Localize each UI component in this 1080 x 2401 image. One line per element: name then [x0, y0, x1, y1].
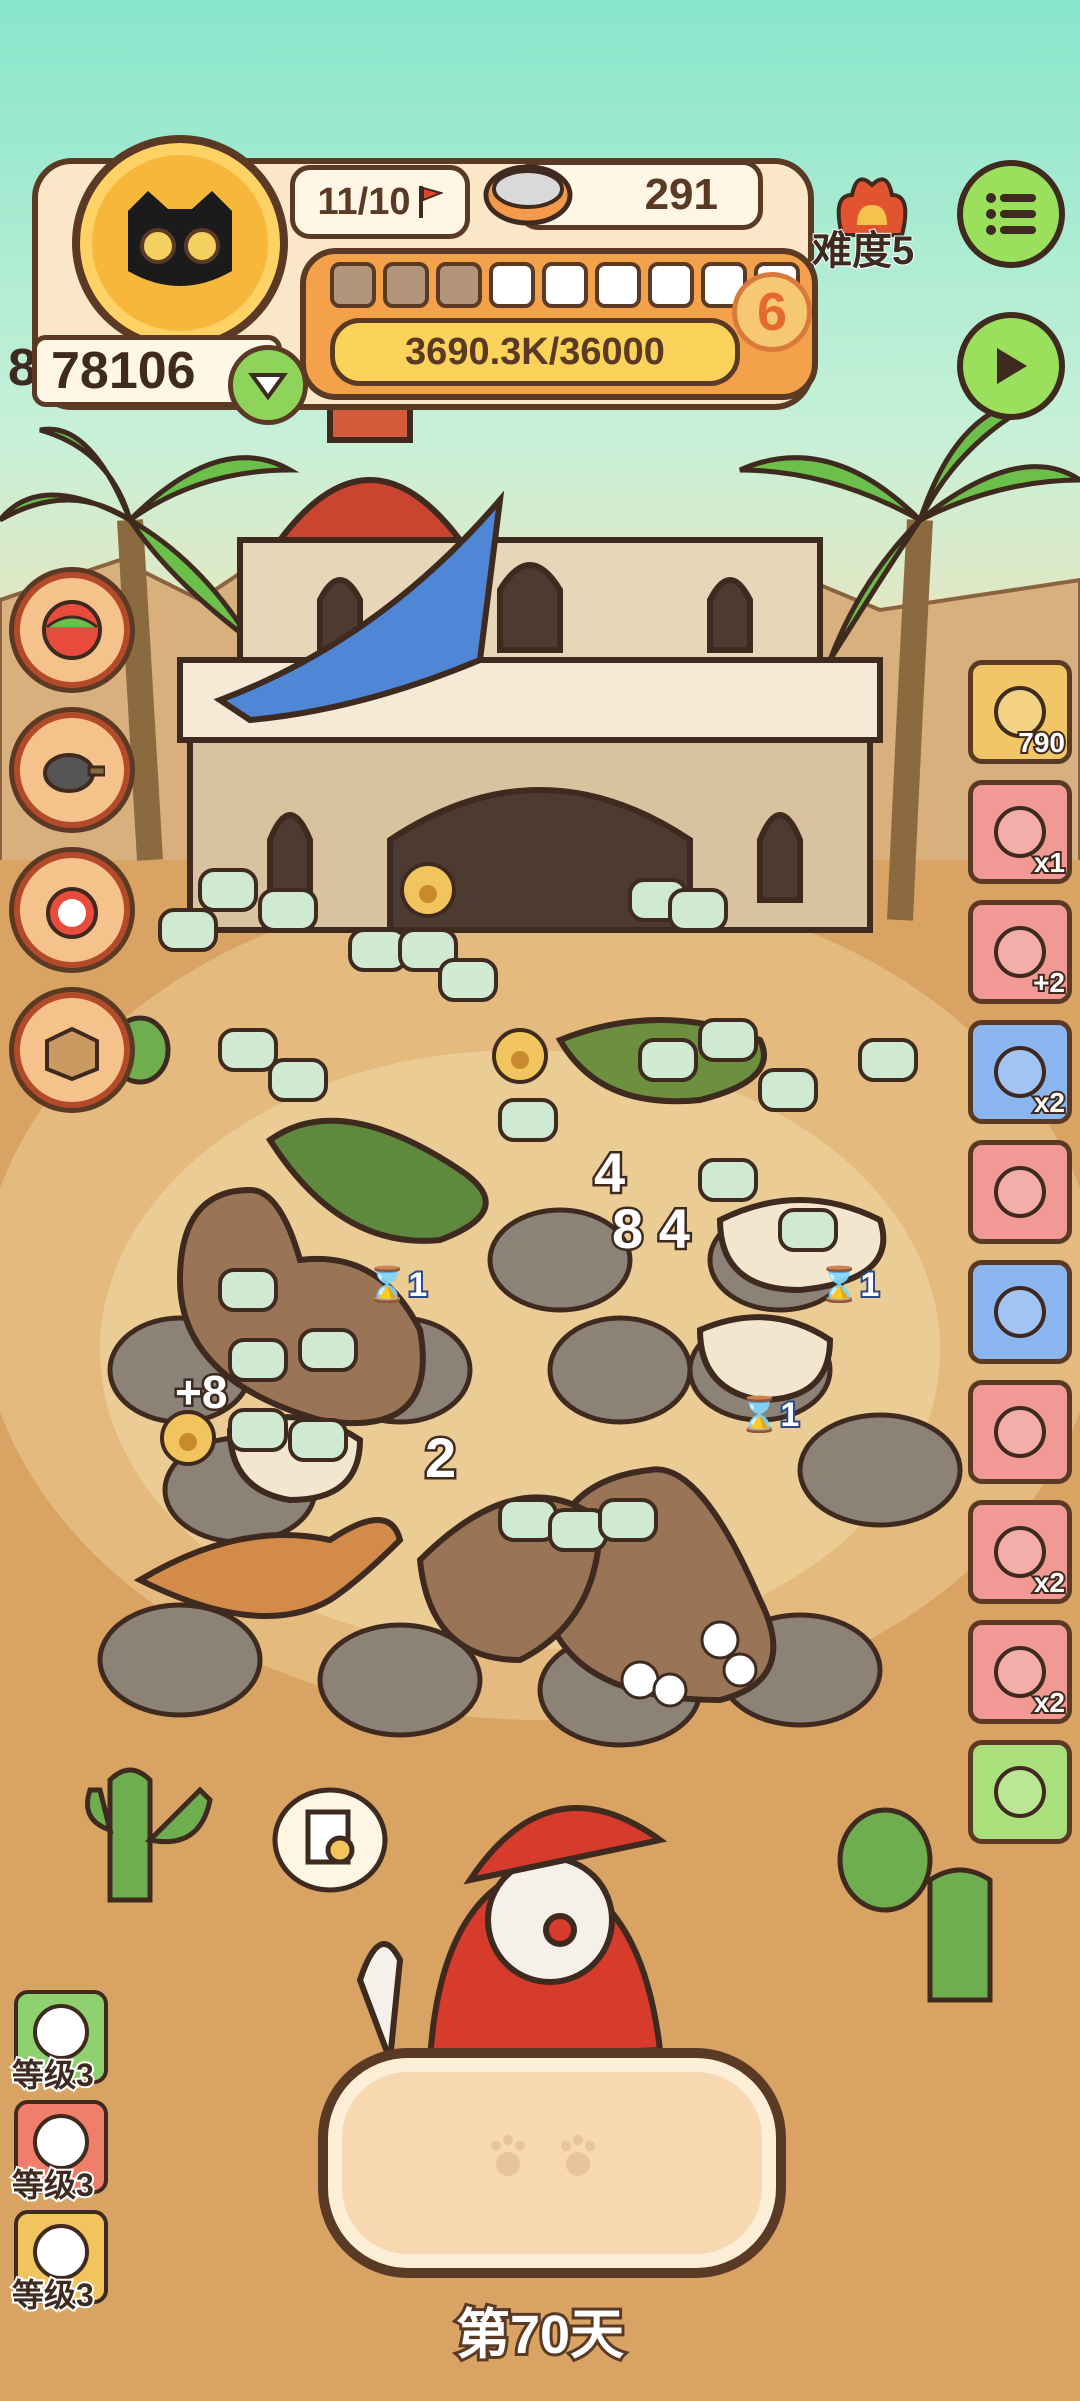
ball-icon — [42, 600, 102, 660]
xp-segment — [436, 262, 482, 308]
cat-food-can-icon — [483, 164, 573, 226]
hourglass-timer: ⌛1 — [736, 1394, 801, 1436]
stage-progress-pill: 11/10 — [290, 165, 470, 239]
coins-value: 78106 — [51, 342, 196, 400]
paw-coin-icon[interactable] — [398, 860, 458, 920]
main-action-button[interactable] — [318, 2048, 786, 2278]
paw-prints-icon — [491, 2135, 595, 2176]
list-menu-icon — [986, 193, 1036, 235]
player-avatar[interactable] — [72, 135, 288, 351]
hourglass-timer: ⌛1 — [364, 1264, 429, 1306]
crystal-item[interactable]: x2 — [968, 1500, 1072, 1604]
feather-icon — [994, 1286, 1046, 1338]
item-count: x1 — [1032, 845, 1067, 880]
difficulty-label[interactable]: 难度5 — [811, 218, 915, 276]
day-counter: 第70天 — [453, 2302, 627, 2368]
upgrade-level-label: 等级3 — [10, 2055, 96, 2095]
pan-icon — [43, 753, 105, 793]
credit-card-icon — [994, 1766, 1046, 1818]
timer-value: 1 — [406, 1264, 429, 1306]
xp-segment — [542, 262, 588, 308]
damage-number: 2 — [422, 1424, 458, 1492]
xp-segment — [330, 262, 376, 308]
fish-bait-item[interactable]: x1 — [968, 780, 1072, 884]
box-icon — [45, 1026, 99, 1082]
paw-coin-bag-item[interactable]: +2 — [968, 900, 1072, 1004]
cardboard-box-button[interactable] — [14, 992, 130, 1108]
heart-down-icon — [248, 373, 288, 401]
item-count: 790 — [1016, 725, 1067, 760]
paw-coin-icon[interactable] — [490, 1026, 550, 1086]
feather-item[interactable] — [968, 1260, 1072, 1364]
hourglass-timer: ⌛1 — [816, 1264, 881, 1306]
bell-icon — [994, 1406, 1046, 1458]
timer-value: 1 — [858, 1264, 881, 1306]
fish-skeleton-item[interactable] — [968, 1140, 1072, 1244]
paw-coin-icon[interactable] — [158, 1408, 218, 1468]
red-flag-icon — [418, 186, 443, 218]
timer-value: 1 — [778, 1394, 801, 1436]
xp-segment — [489, 262, 535, 308]
donut-toy-item[interactable]: x2 — [968, 1020, 1072, 1124]
item-count: x2 — [1032, 1085, 1067, 1120]
damage-number: 8 4 — [610, 1195, 693, 1263]
upgrade-level-label: 等级3 — [10, 2165, 96, 2205]
player-level-badge: 6 — [732, 272, 812, 352]
play-icon — [997, 348, 1027, 384]
bomb-item[interactable]: x2 — [968, 1620, 1072, 1724]
certificate-bubble — [272, 1787, 388, 1893]
alarm-clock-button[interactable] — [14, 852, 130, 968]
xp-progress-bar: 3690.3K/36000 — [330, 318, 740, 386]
shell-bag-item[interactable]: 790 — [968, 660, 1072, 764]
bell-item[interactable] — [968, 1380, 1072, 1484]
xp-progress-text: 3690.3K/36000 — [405, 330, 665, 373]
xp-segment — [383, 262, 429, 308]
item-count: +2 — [1031, 965, 1067, 1000]
alarm-clock-icon — [46, 887, 98, 939]
fish-skeleton-icon — [994, 1166, 1046, 1218]
item-count: x2 — [1032, 1565, 1067, 1600]
credit-card-item[interactable] — [968, 1740, 1072, 1844]
menu-button[interactable] — [957, 160, 1065, 268]
cat-food-value: 291 — [644, 170, 718, 219]
frying-pan-button[interactable] — [14, 712, 130, 828]
xp-segment — [648, 262, 694, 308]
stage-progress-value: 11/10 — [317, 180, 411, 223]
play-speed-button[interactable] — [957, 312, 1065, 420]
item-count: x2 — [1032, 1685, 1067, 1720]
black-cat-avatar-icon — [128, 191, 232, 286]
player-level-value: 6 — [756, 282, 788, 342]
coins-dropdown-button[interactable] — [228, 345, 308, 425]
ball-toy-button[interactable] — [14, 572, 130, 688]
xp-segment — [595, 262, 641, 308]
xp-segment-row — [330, 262, 800, 308]
